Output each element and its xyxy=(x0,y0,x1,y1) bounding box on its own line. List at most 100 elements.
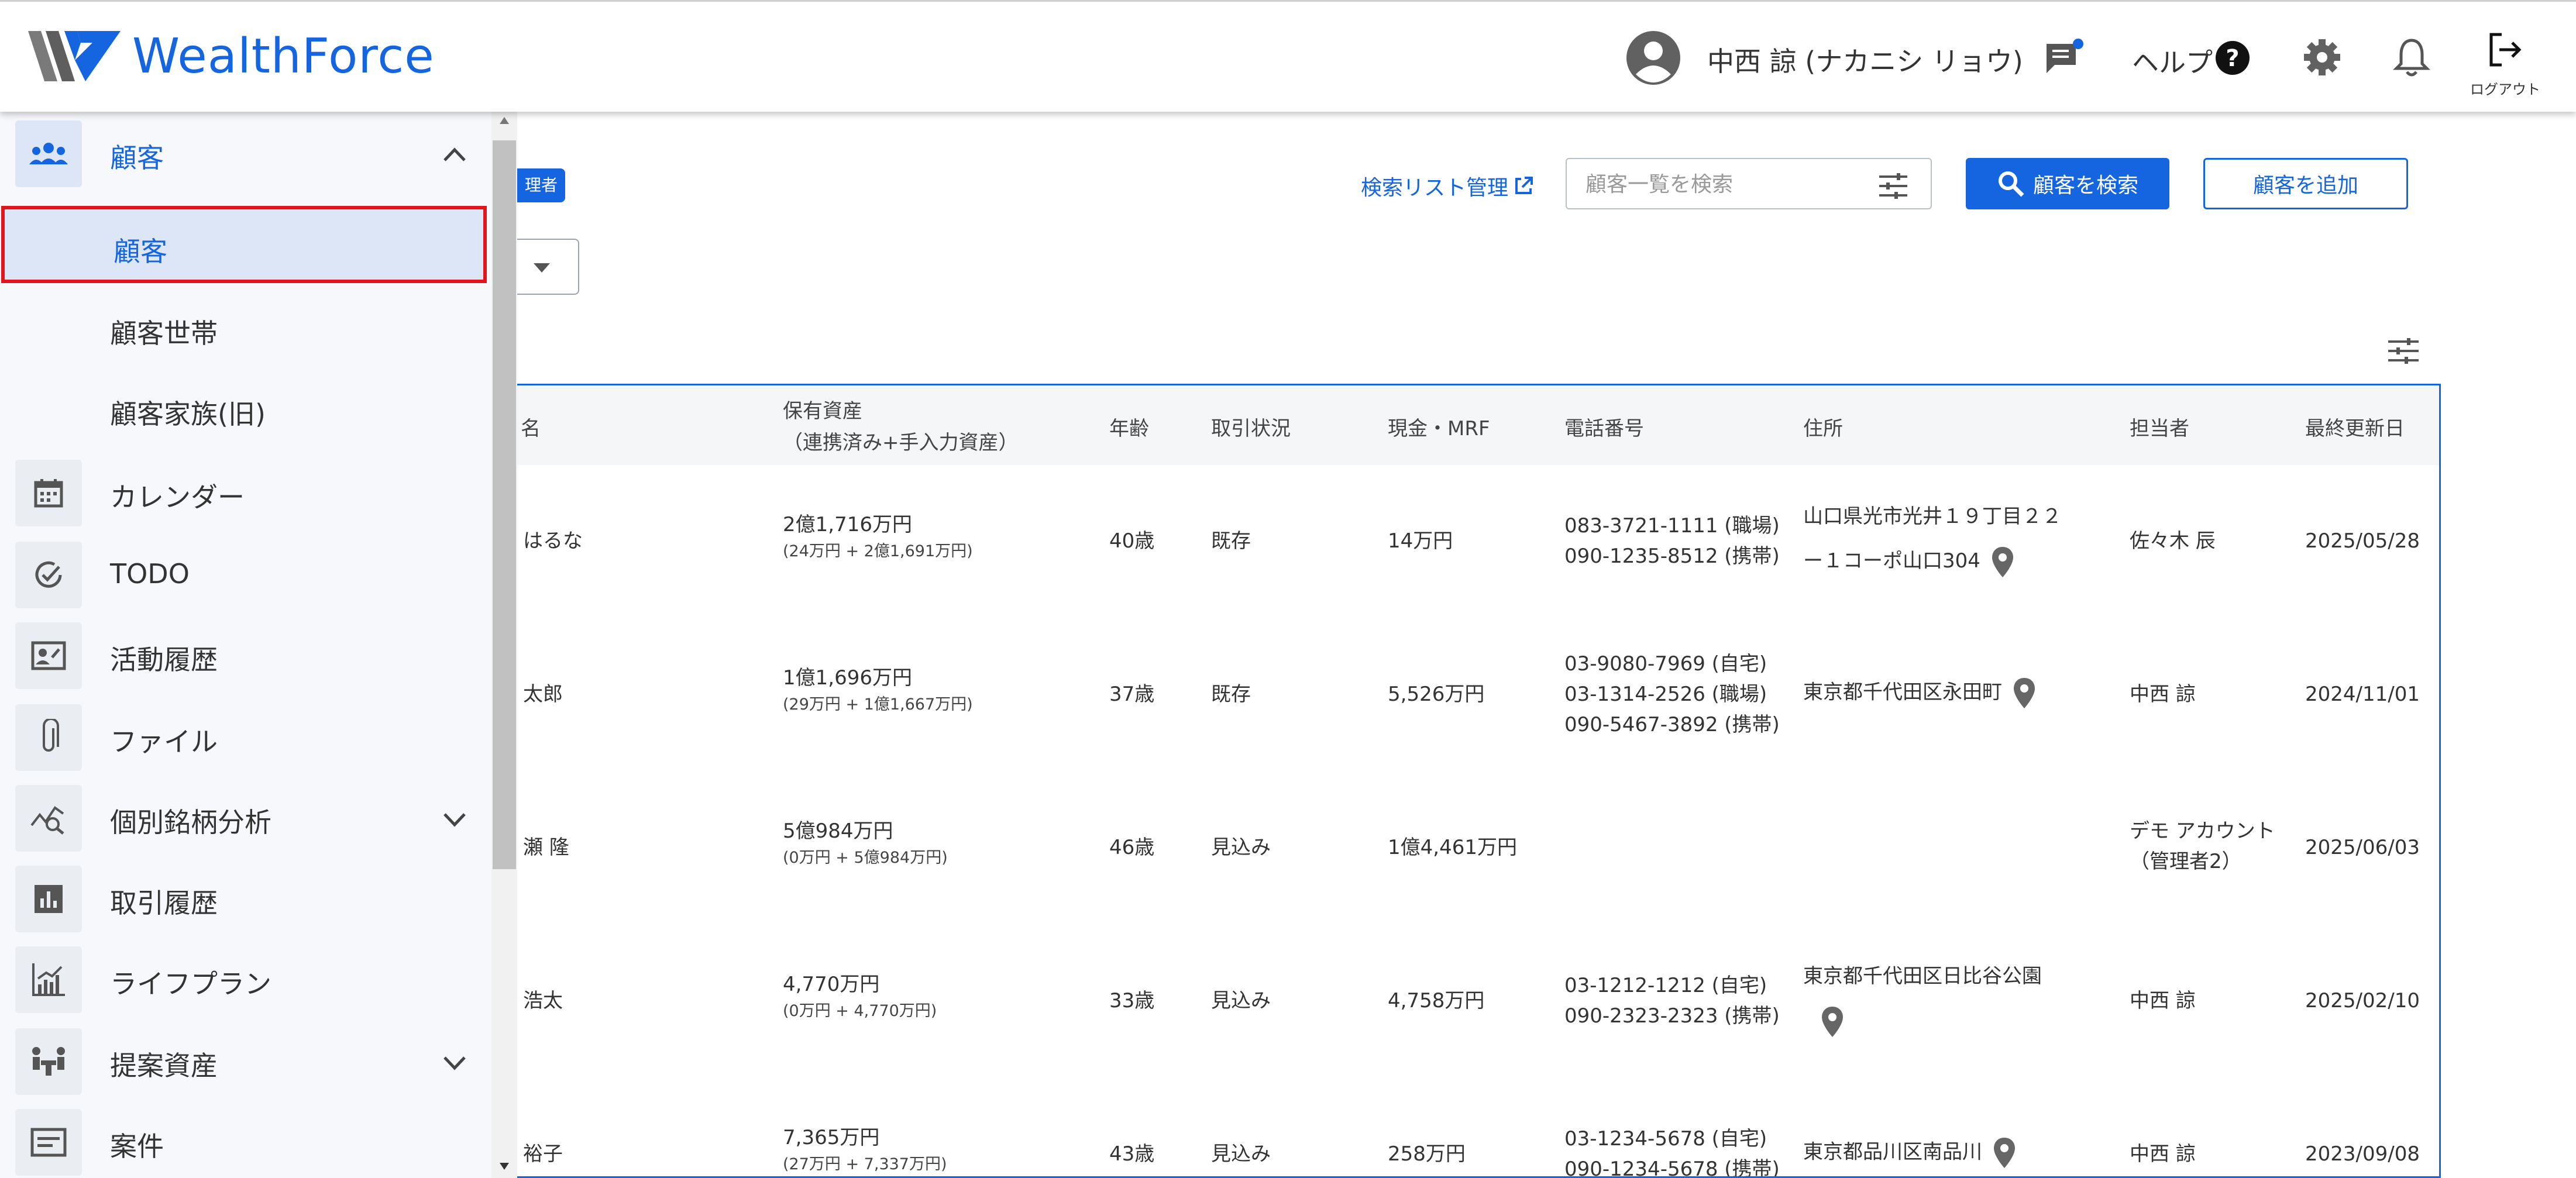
chat-icon[interactable] xyxy=(2044,38,2085,75)
col-header-assets[interactable]: 保有資産 xyxy=(783,395,862,423)
table-row[interactable]: はるな 2億1,716万円 (24万円 + 2億1,691万円) 40歳 既存 … xyxy=(517,465,2439,619)
add-customer-button[interactable]: 顧客を追加 xyxy=(2203,158,2408,209)
cell-owner: 中西 諒 xyxy=(2130,1139,2196,1169)
cell-cash: 1億4,461万円 xyxy=(1388,836,1517,859)
customer-search-box xyxy=(1566,158,1932,209)
sidebar-subitem-customer[interactable]: 顧客 xyxy=(1,206,487,283)
sidebar-subitem-label: 顧客世帯 xyxy=(110,318,218,349)
cell-updated: 2025/06/03 xyxy=(2305,836,2420,859)
address-line: 山口県光市光井１９丁目２２ xyxy=(1803,505,2062,528)
sidebar-scrollbar-thumb[interactable] xyxy=(493,140,516,869)
map-pin-icon[interactable] xyxy=(1991,546,2014,578)
user-name[interactable]: 中西 諒 (ナカニシ リョウ) xyxy=(1707,40,2023,79)
col-header-age[interactable]: 年齢 xyxy=(1109,412,1149,441)
help-icon[interactable]: ? xyxy=(2215,40,2250,75)
cell-status: 見込み xyxy=(1211,1142,1271,1166)
owner-line: 中西 諒 xyxy=(2130,683,2196,706)
address-line: 東京都品川区南品川 xyxy=(1803,1140,1982,1164)
customer-search-input[interactable] xyxy=(1584,171,1867,198)
sidebar-item-case[interactable]: 案件 xyxy=(0,1098,491,1178)
user-avatar-icon[interactable] xyxy=(1626,31,1680,85)
col-header-cash[interactable]: 現金・MRF xyxy=(1388,412,1490,441)
scroll-down-arrow-icon[interactable] xyxy=(498,1162,510,1171)
cell-name[interactable]: 裕子 xyxy=(523,1139,563,1169)
table-row[interactable]: 太郎 1億1,696万円 (29万円 + 1億1,667万円) 37歳 既存 5… xyxy=(517,618,2439,773)
chevron-down-icon[interactable] xyxy=(440,808,469,829)
sidebar-item-lifeplan[interactable]: ライフプラン xyxy=(0,936,491,1015)
col-header-address[interactable]: 住所 xyxy=(1803,412,1843,441)
owner-line: 佐々木 辰 xyxy=(2130,529,2216,553)
cell-status: 見込み xyxy=(1211,836,1271,859)
table-row[interactable]: 浩太 4,770万円 (0万円 + 4,770万円) 33歳 見込み 4,758… xyxy=(517,925,2439,1079)
sidebar-item-transaction-history[interactable]: 取引履歴 xyxy=(0,855,491,935)
column-settings-icon[interactable] xyxy=(2386,336,2421,366)
cell-assets: 2億1,716万円 (24万円 + 2億1,691万円) xyxy=(783,509,973,563)
sidebar-item-calendar[interactable]: カレンダー xyxy=(0,449,491,529)
wealthforce-logo[interactable]: WealthForce xyxy=(28,29,435,84)
chevron-down-icon[interactable] xyxy=(440,1052,469,1073)
sidebar-subitem-label: 顧客 xyxy=(114,236,167,267)
cell-cash: 4,758万円 xyxy=(1388,989,1485,1012)
col-header-owner[interactable]: 担当者 xyxy=(2130,412,2189,441)
bar-chart-icon-box xyxy=(15,866,82,932)
sidebar-subitem-household[interactable]: 顧客世帯 xyxy=(0,285,491,366)
cell-phone: 03-1234-5678 (自宅) 090-1234-5678 (携帯) xyxy=(1564,1124,1780,1176)
search-list-management-link[interactable]: 検索リスト管理 xyxy=(1361,171,1534,201)
cell-status: 見込み xyxy=(1211,989,1271,1012)
map-pin-icon[interactable] xyxy=(1821,1005,1844,1038)
cell-assets: 1億1,696万円 (29万円 + 1億1,667万円) xyxy=(783,663,973,717)
cell-name[interactable]: 太郎 xyxy=(523,679,563,709)
sidebar-subitem-label: 顧客家族(旧) xyxy=(110,398,266,430)
scroll-up-arrow-icon[interactable] xyxy=(498,116,510,125)
bell-icon[interactable] xyxy=(2393,37,2430,78)
phone-line: 03-1234-5678 (自宅) xyxy=(1564,1127,1767,1151)
cell-phone: 083-3721-1111 (職場) 090-1235-8512 (携帯) xyxy=(1564,511,1780,571)
help-label[interactable]: ヘルプ xyxy=(2132,42,2213,80)
phone-line: 03-9080-7969 (自宅) xyxy=(1564,652,1767,676)
cell-assets: 4,770万円 (0万円 + 4,770万円) xyxy=(783,969,937,1023)
col-header-status[interactable]: 取引状況 xyxy=(1211,412,1291,441)
sidebar-item-stock-analysis[interactable]: 個別銘柄分析 xyxy=(0,774,491,854)
cell-phone: 03-9080-7969 (自宅) 03-1314-2526 (職場) 090-… xyxy=(1564,649,1780,740)
sidebar-item-activity[interactable]: 活動履歴 xyxy=(0,612,491,691)
people-icon-box xyxy=(15,120,82,187)
table-row[interactable]: 瀬 隆 5億984万円 (0万円 + 5億984万円) 46歳 見込み 1億4,… xyxy=(517,771,2439,926)
table-row[interactable]: 裕子 7,365万円 (27万円 + 7,337万円) 43歳 見込み 258万… xyxy=(517,1078,2439,1176)
filter-settings-icon[interactable] xyxy=(1877,171,1910,201)
owner-line: 中西 諒 xyxy=(2130,989,2196,1012)
phone-line: 03-1212-1212 (自宅) xyxy=(1564,974,1767,997)
cell-name[interactable]: はるな xyxy=(523,526,583,556)
logout-icon[interactable] xyxy=(2486,31,2524,68)
cell-name[interactable]: 浩太 xyxy=(523,986,563,1016)
col-header-name[interactable]: 名 xyxy=(521,412,541,441)
phone-line: 090-5467-3892 (携帯) xyxy=(1564,713,1780,736)
assets-total: 1億1,696万円 xyxy=(783,666,912,690)
col-header-phone[interactable]: 電話番号 xyxy=(1564,412,1644,441)
cell-updated: 2023/09/08 xyxy=(2305,1142,2420,1166)
address-line: 東京都千代田区永田町 xyxy=(1803,680,2002,704)
chevron-up-icon[interactable] xyxy=(440,144,469,165)
cell-assets: 7,365万円 (27万円 + 7,337万円) xyxy=(783,1122,947,1176)
sidebar-item-todo[interactable]: TODO xyxy=(0,531,491,611)
map-pin-icon[interactable] xyxy=(2013,677,2036,709)
customer-search-button[interactable]: 顧客を検索 xyxy=(1966,158,2169,209)
cell-name[interactable]: 瀬 隆 xyxy=(523,832,569,863)
external-link-icon xyxy=(1515,177,1533,194)
search-list-link-label: 検索リスト管理 xyxy=(1361,176,1509,200)
col-header-updated[interactable]: 最終更新日 xyxy=(2305,412,2405,441)
sidebar-item-customer[interactable]: 顧客 xyxy=(0,110,491,190)
sidebar-subitem-family-old[interactable]: 顧客家族(旧) xyxy=(0,366,491,447)
dropdown-arrow-icon xyxy=(534,263,550,273)
logout-label[interactable]: ログアウト xyxy=(2470,78,2540,98)
filter-dropdown[interactable] xyxy=(517,239,579,295)
sidebar-item-proposal-assets[interactable]: 提案資産 xyxy=(0,1018,491,1097)
sidebar-item-label: 個別銘柄分析 xyxy=(110,807,271,838)
assets-detail: (29万円 + 1億1,667万円) xyxy=(783,695,973,714)
phone-line: 090-2323-2323 (携帯) xyxy=(1564,1004,1780,1028)
gear-icon[interactable] xyxy=(2303,38,2341,77)
cell-assets: 5億984万円 (0万円 + 5億984万円) xyxy=(783,816,948,870)
map-pin-icon[interactable] xyxy=(1993,1136,2016,1169)
sidebar-item-file[interactable]: ファイル xyxy=(0,694,491,773)
cell-age: 37歳 xyxy=(1109,683,1155,706)
people-icon xyxy=(29,143,68,164)
